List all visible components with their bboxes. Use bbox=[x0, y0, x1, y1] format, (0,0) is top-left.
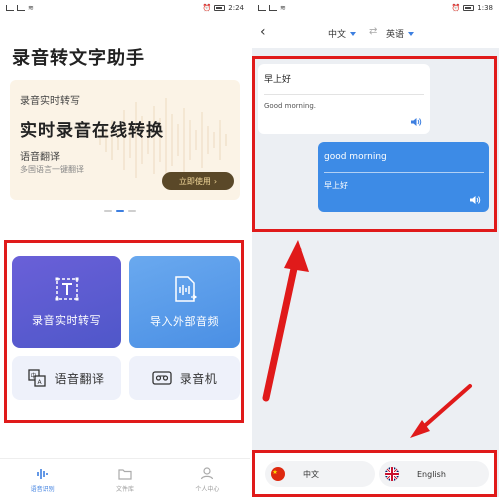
left-phone-screen: ≋ ⏰ 2:24 录音转文字助手 录音实时转写 实时录音在线转换 语音翻译 多国… bbox=[0, 0, 250, 497]
battery-icon bbox=[214, 5, 226, 11]
nav-label: 个人中心 bbox=[195, 486, 220, 493]
banner-subtitle: 录音实时转写 bbox=[20, 96, 80, 107]
banner-headline: 实时录音在线转换 bbox=[20, 121, 164, 141]
banner-small-text: 多国语言一键翻译 bbox=[20, 165, 84, 174]
highlight-box bbox=[4, 240, 244, 423]
carousel-dot bbox=[128, 210, 136, 212]
signal-icon bbox=[6, 5, 14, 11]
carousel-indicator bbox=[104, 210, 136, 212]
bottom-navigation: 语音识别 文件库 个人中心 bbox=[0, 458, 250, 497]
status-time: 2:24 bbox=[228, 4, 244, 12]
status-bar: ≋ ⏰ 2:24 bbox=[0, 0, 250, 16]
arrow-up-icon bbox=[262, 240, 309, 402]
use-now-label: 立即使用 bbox=[178, 176, 211, 186]
nav-item-speech-recognition[interactable]: 语音识别 bbox=[31, 468, 55, 493]
banner-subtitle-2: 语音翻译 bbox=[20, 152, 60, 163]
use-now-button[interactable]: 立即使用 › bbox=[162, 172, 234, 190]
folder-icon bbox=[118, 469, 132, 480]
nav-label: 文件库 bbox=[115, 486, 134, 493]
nav-item-file-library[interactable]: 文件库 bbox=[116, 468, 134, 493]
carousel-dot-active bbox=[116, 210, 124, 212]
app-title: 录音转文字助手 bbox=[12, 48, 145, 69]
signal-icon bbox=[17, 5, 25, 11]
promo-banner[interactable]: 录音实时转写 实时录音在线转换 语音翻译 多国语言一键翻译 立即使用 › bbox=[10, 80, 240, 200]
alarm-icon: ⏰ bbox=[202, 4, 212, 12]
chevron-right-icon: › bbox=[213, 176, 218, 186]
person-icon bbox=[201, 467, 214, 480]
wifi-icon: ≋ bbox=[28, 4, 34, 12]
waveform-icon bbox=[36, 469, 48, 479]
nav-label: 语音识别 bbox=[30, 486, 55, 493]
carousel-dot bbox=[104, 210, 112, 212]
arrow-down-icon bbox=[410, 384, 472, 438]
annotation-arrows bbox=[262, 240, 472, 438]
right-phone-screen: ≋ ⏰ 1:38 ‹ 中文 ⇄ 英语 早上好 Good morning. goo… bbox=[252, 0, 499, 497]
highlight-box bbox=[252, 450, 497, 497]
nav-item-profile[interactable]: 个人中心 bbox=[195, 466, 219, 493]
